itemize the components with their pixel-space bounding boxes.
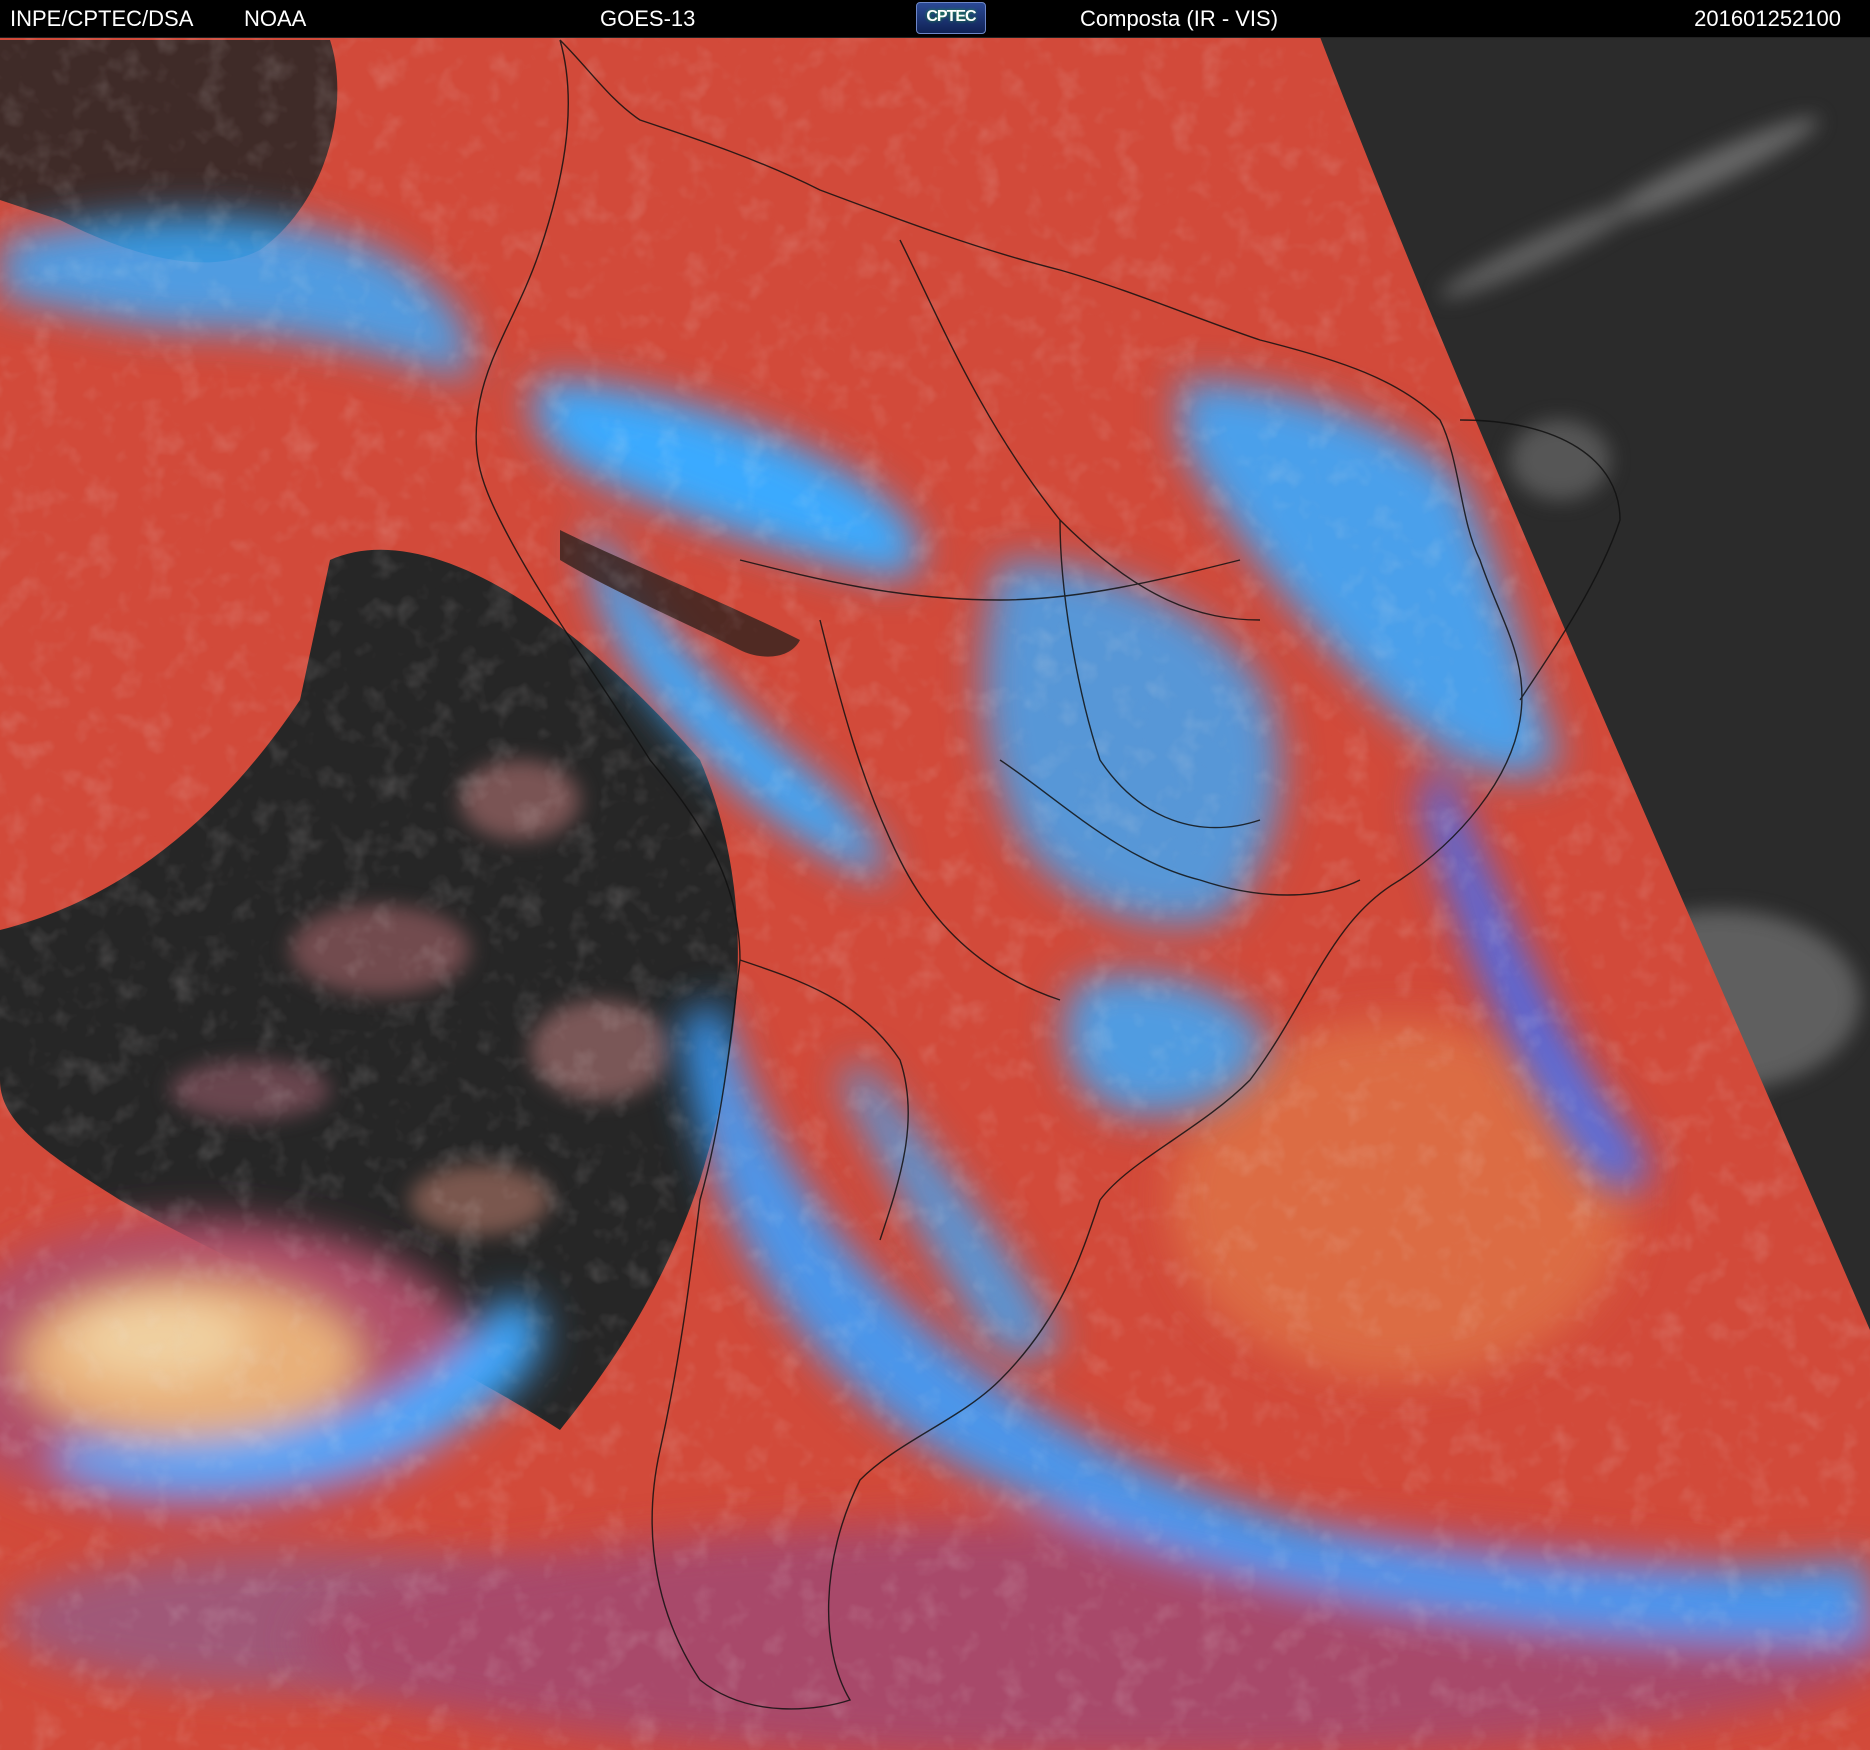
product-label: Composta (IR - VIS) <box>1080 6 1279 31</box>
agency-label: INPE/CPTEC/DSA <box>10 6 194 31</box>
cptec-logo: CPTEC <box>916 2 986 34</box>
partner-label: NOAA <box>244 6 307 31</box>
satellite-image <box>0 37 1870 1750</box>
cptec-logo-text: CPTEC <box>926 8 976 25</box>
timestamp-label: 201601252100 <box>1694 6 1841 31</box>
satellite-label: GOES-13 <box>600 6 696 31</box>
header-bar: INPE/CPTEC/DSA NOAA GOES-13 CPTEC Compos… <box>0 0 1870 38</box>
